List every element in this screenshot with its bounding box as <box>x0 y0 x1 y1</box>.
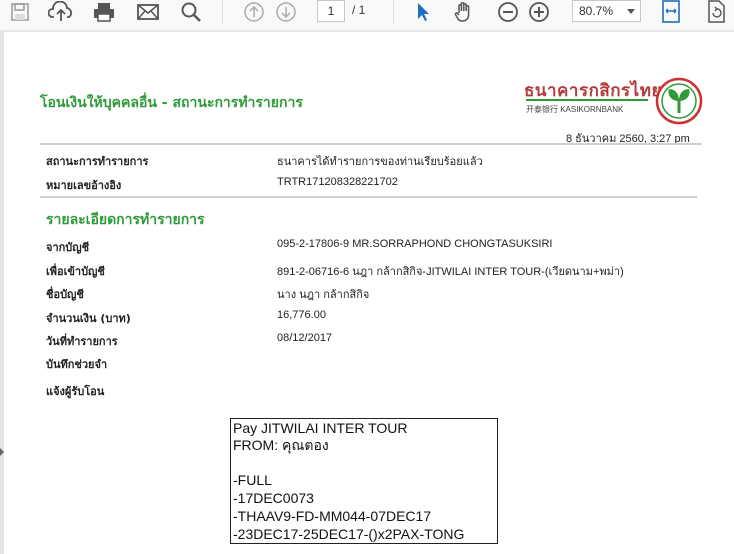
previous-page-icon[interactable] <box>240 0 268 24</box>
save-icon[interactable] <box>6 0 34 24</box>
toolbar-divider <box>222 0 223 24</box>
email-icon[interactable] <box>134 0 162 24</box>
fit-page-icon[interactable] <box>657 0 685 24</box>
upload-cloud-icon[interactable] <box>47 0 75 24</box>
status-label: สถานะการทำรายการ <box>46 155 149 168</box>
transaction-date-label: วันที่ทำรายการ <box>46 335 118 348</box>
search-icon[interactable] <box>177 0 205 24</box>
amount-value: 16,776.00 <box>277 309 326 321</box>
memo-line: -THAAV9-FD-MM044-07DEC17 <box>233 508 432 524</box>
toolbar-divider <box>393 0 394 24</box>
memo-box: Pay JITWILAI INTER TOUR FROM: คุณตอง -FU… <box>230 418 498 544</box>
to-account-label: เพื่อเข้าบัญชี <box>46 265 105 278</box>
pdf-toolbar: 1 / 1 80.7% <box>0 0 734 30</box>
memo-line: -17DEC0073 <box>233 490 314 506</box>
next-page-icon[interactable] <box>272 0 300 24</box>
print-icon[interactable] <box>90 0 118 24</box>
reference-value: TRTR171208328221702 <box>277 176 398 188</box>
from-account-value: 095-2-17806-9 MR.SORRAPHOND CHONGTASUKSI… <box>277 238 553 250</box>
kasikornbank-logo <box>655 77 703 125</box>
account-name-value: นาง นฎา กล้ากสิกิจ <box>277 289 370 301</box>
header-divider <box>40 143 702 145</box>
notify-recipient-label: แจ้งผู้รับโอน <box>46 385 105 398</box>
details-heading: รายละเอียดการทำรายการ <box>46 212 205 228</box>
section-divider <box>40 196 697 198</box>
memo-line: FROM: คุณตอง <box>233 437 329 453</box>
zoom-in-icon[interactable] <box>525 0 553 24</box>
toolbar-border <box>4 30 734 32</box>
memo-line: Pay JITWILAI INTER TOUR <box>233 420 408 436</box>
expand-panel-arrow-icon[interactable] <box>0 448 4 456</box>
from-account-label: จากบัญชี <box>46 241 90 254</box>
memo-line: -23DEC17-25DEC17-()x2PAX-TONG <box>233 526 465 542</box>
reference-label: หมายเลขอ้างอิง <box>46 179 122 192</box>
to-account-value: 891-2-06716-6 นฎา กล้ากสิกิจ-JITWILAI IN… <box>277 266 624 278</box>
status-value: ธนาคารได้ทำรายการของท่านเรียบร้อยแล้ว <box>277 156 483 168</box>
chevron-down-icon <box>627 9 635 14</box>
zoom-out-icon[interactable] <box>494 0 522 24</box>
hand-tool-icon[interactable] <box>450 0 478 24</box>
zoom-value: 80.7% <box>579 4 614 18</box>
memo-line: -FULL <box>233 472 272 488</box>
bank-name-english: 开泰银行 KASIKORNBANK <box>526 105 624 114</box>
memo-label: บันทึกช่วยจำ <box>46 358 108 371</box>
account-name-label: ชื่อบัญชี <box>46 288 84 301</box>
select-cursor-icon[interactable] <box>409 0 437 24</box>
bank-underline <box>526 99 648 101</box>
rotate-page-icon[interactable] <box>702 0 730 24</box>
page-number-input[interactable]: 1 <box>317 0 345 22</box>
zoom-select[interactable]: 80.7% <box>572 0 641 22</box>
side-panel-edge[interactable] <box>0 30 4 554</box>
amount-label: จำนวนเงิน (บาท) <box>46 312 131 325</box>
page-title: โอนเงินให้บุคคลอื่น - สถานะการทำรายการ <box>40 95 303 111</box>
page-total: / 1 <box>352 3 366 17</box>
transaction-date-value: 08/12/2017 <box>277 332 333 344</box>
